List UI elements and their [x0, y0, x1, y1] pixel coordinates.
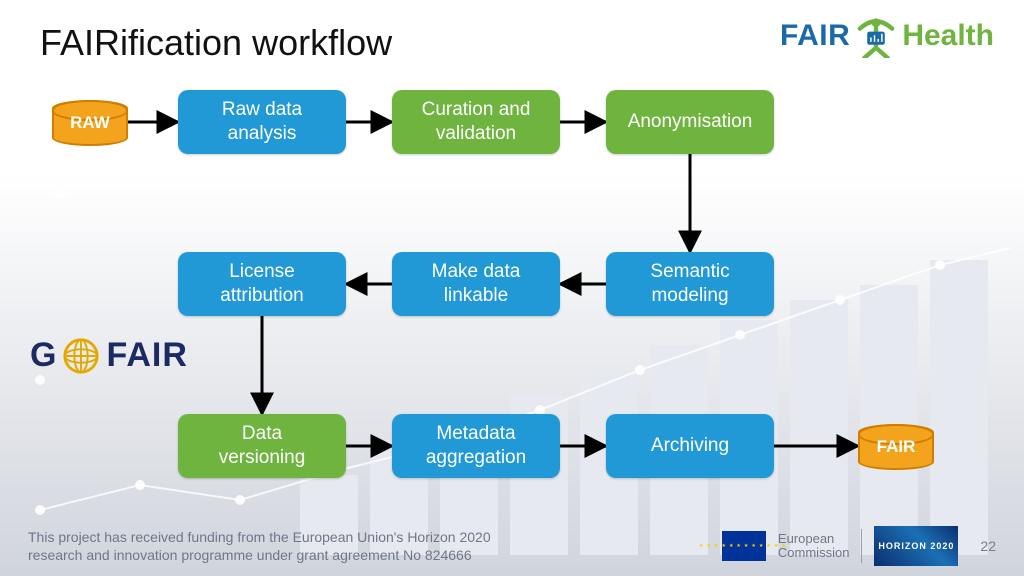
node-license: Licenseattribution — [178, 252, 346, 316]
node-metadata: Metadataaggregation — [392, 414, 560, 478]
node-archiving: Archiving — [606, 414, 774, 478]
acknowledgement-text: This project has received funding from t… — [28, 528, 548, 564]
node-semantic: Semanticmodeling — [606, 252, 774, 316]
node-curation: Curation andvalidation — [392, 90, 560, 154]
workflow-diagram: RAW FAIR Raw dataanalysis Curation andva… — [0, 0, 1024, 576]
node-raw-analysis: Raw dataanalysis — [178, 90, 346, 154]
horizon2020-badge: HORIZON 2020 — [874, 526, 958, 566]
fair-cylinder: FAIR — [858, 424, 934, 470]
fair-label: FAIR — [877, 437, 916, 457]
eu-flag-icon — [722, 531, 766, 561]
divider — [861, 529, 862, 563]
node-anonymisation: Anonymisation — [606, 90, 774, 154]
page-number: 22 — [980, 538, 996, 554]
raw-cylinder: RAW — [52, 100, 128, 146]
node-versioning: Dataversioning — [178, 414, 346, 478]
node-linkable: Make datalinkable — [392, 252, 560, 316]
footer-badges: European Commission HORIZON 2020 22 — [722, 526, 996, 566]
raw-label: RAW — [70, 113, 110, 133]
footer: This project has received funding from t… — [0, 526, 1024, 566]
